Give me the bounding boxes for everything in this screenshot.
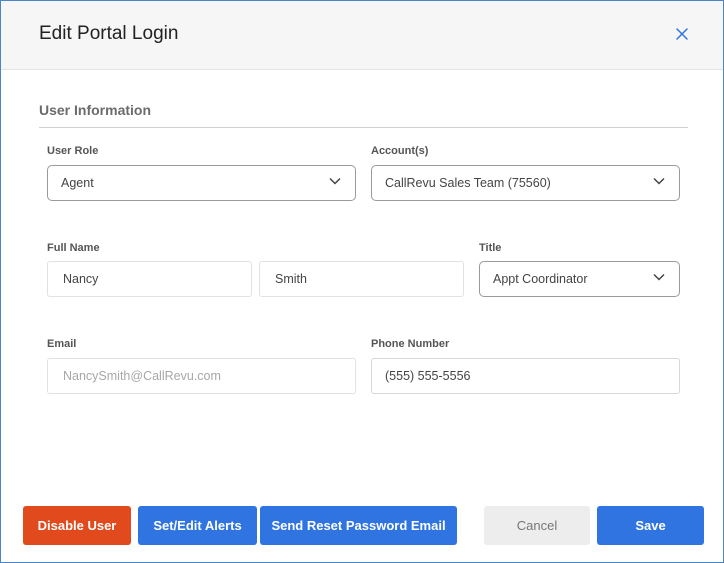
title-label: Title <box>479 242 502 254</box>
phone-input[interactable]: (555) 555-5556 <box>371 358 680 394</box>
user-role-value: Agent <box>61 176 94 190</box>
first-name-value: Nancy <box>63 272 99 286</box>
set-edit-alerts-button[interactable]: Set/Edit Alerts <box>138 506 257 545</box>
modal-header: Edit Portal Login <box>1 1 723 70</box>
modal-title: Edit Portal Login <box>39 23 179 44</box>
last-name-input[interactable]: Smith <box>259 261 464 297</box>
user-role-label: User Role <box>47 145 99 157</box>
full-name-label: Full Name <box>47 242 100 254</box>
first-name-input[interactable]: Nancy <box>47 261 252 297</box>
phone-label: Phone Number <box>371 338 450 350</box>
chevron-down-icon <box>653 273 665 281</box>
cancel-button[interactable]: Cancel <box>484 506 590 545</box>
save-button[interactable]: Save <box>597 506 704 545</box>
close-icon <box>676 28 688 40</box>
last-name-value: Smith <box>275 272 307 286</box>
disable-user-button[interactable]: Disable User <box>23 506 131 545</box>
email-label: Email <box>47 338 77 350</box>
chevron-down-icon <box>329 177 341 185</box>
close-button[interactable] <box>669 21 695 47</box>
accounts-label: Account(s) <box>371 145 429 157</box>
title-value: Appt Coordinator <box>493 272 588 286</box>
email-value: NancySmith@CallRevu.com <box>63 369 221 383</box>
title-select[interactable]: Appt Coordinator <box>479 261 680 297</box>
section-divider <box>39 127 688 128</box>
phone-value: (555) 555-5556 <box>385 369 471 383</box>
send-reset-password-button[interactable]: Send Reset Password Email <box>260 506 457 545</box>
user-role-select[interactable]: Agent <box>47 165 356 201</box>
accounts-value: CallRevu Sales Team (75560) <box>385 176 551 190</box>
chevron-down-icon <box>653 177 665 185</box>
edit-portal-login-modal: Edit Portal Login User Information User … <box>0 0 724 563</box>
section-title: User Information <box>39 102 152 118</box>
email-field: NancySmith@CallRevu.com <box>47 358 356 394</box>
accounts-select[interactable]: CallRevu Sales Team (75560) <box>371 165 680 201</box>
